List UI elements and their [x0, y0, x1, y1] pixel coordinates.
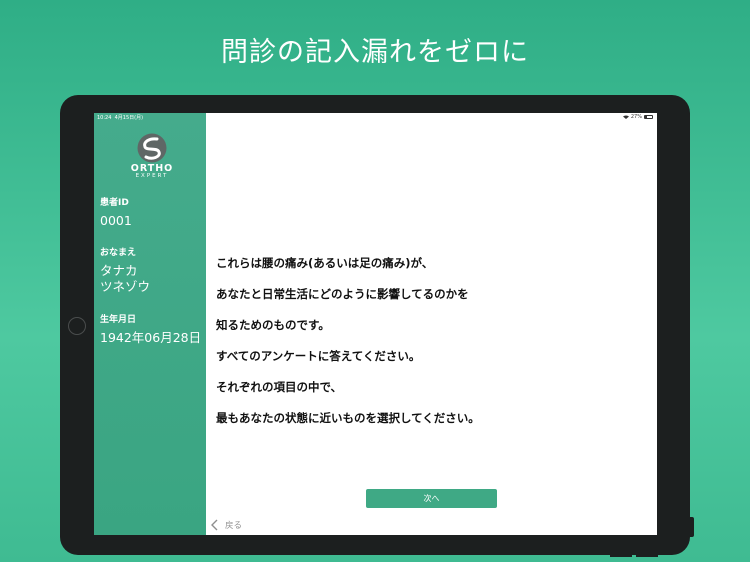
status-clock: 10:24 — [97, 115, 112, 121]
status-bar: 10:24 4月15日(月) 27% — [94, 113, 657, 121]
patient-name-line2: ツネゾウ — [100, 279, 151, 294]
patient-id-value: 0001 — [100, 213, 132, 228]
patient-id-label: 患者ID — [100, 198, 129, 208]
volume-key — [636, 554, 658, 557]
instruction-line: 最もあなたの状態に近いものを選択してください。 — [216, 410, 480, 425]
app-screen: ORTHO EXPERT 患者ID 0001 おなまえ タナカ ツネゾウ 生年月… — [94, 113, 657, 535]
status-right: 27% — [622, 114, 653, 120]
patient-sidebar: ORTHO EXPERT 患者ID 0001 おなまえ タナカ ツネゾウ 生年月… — [94, 113, 206, 535]
battery-icon — [644, 115, 653, 119]
ortho-expert-logo: ORTHO EXPERT — [122, 133, 182, 189]
home-button — [68, 317, 86, 335]
status-time: 10:24 4月15日(月) — [97, 114, 143, 121]
back-label: 戻る — [225, 521, 243, 531]
volume-key — [610, 554, 632, 557]
instruction-line: すべてのアンケートに答えてください。 — [216, 348, 421, 363]
logo-mark-icon — [137, 133, 167, 163]
instruction-line: それぞれの項目の中で、 — [216, 379, 343, 394]
dob-label: 生年月日 — [100, 315, 137, 325]
chevron-left-icon — [211, 519, 218, 531]
back-button[interactable]: 戻る — [211, 517, 242, 533]
side-key — [690, 517, 694, 537]
wifi-icon — [622, 115, 629, 119]
dob-value: 1942年06月28日 — [100, 330, 202, 345]
instruction-line: 知るためのものです。 — [216, 317, 330, 332]
instruction-text: これらは腰の痛み(あるいは足の痛み)が、 あなたと日常生活にどのように影響してる… — [216, 240, 636, 442]
logo-word: ORTHO — [130, 163, 174, 174]
headline: 問診の記入漏れをゼロに — [221, 37, 529, 68]
instruction-line: あなたと日常生活にどのように影響してるのかを — [216, 286, 469, 301]
next-button[interactable]: 次へ — [366, 489, 497, 508]
status-date: 4月15日(月) — [114, 115, 144, 121]
patient-name-line1: タナカ — [100, 263, 138, 278]
battery-percent: 27% — [630, 114, 642, 120]
patient-name-label: おなまえ — [100, 248, 137, 258]
instruction-line: これらは腰の痛み(あるいは足の痛み)が、 — [216, 255, 434, 270]
